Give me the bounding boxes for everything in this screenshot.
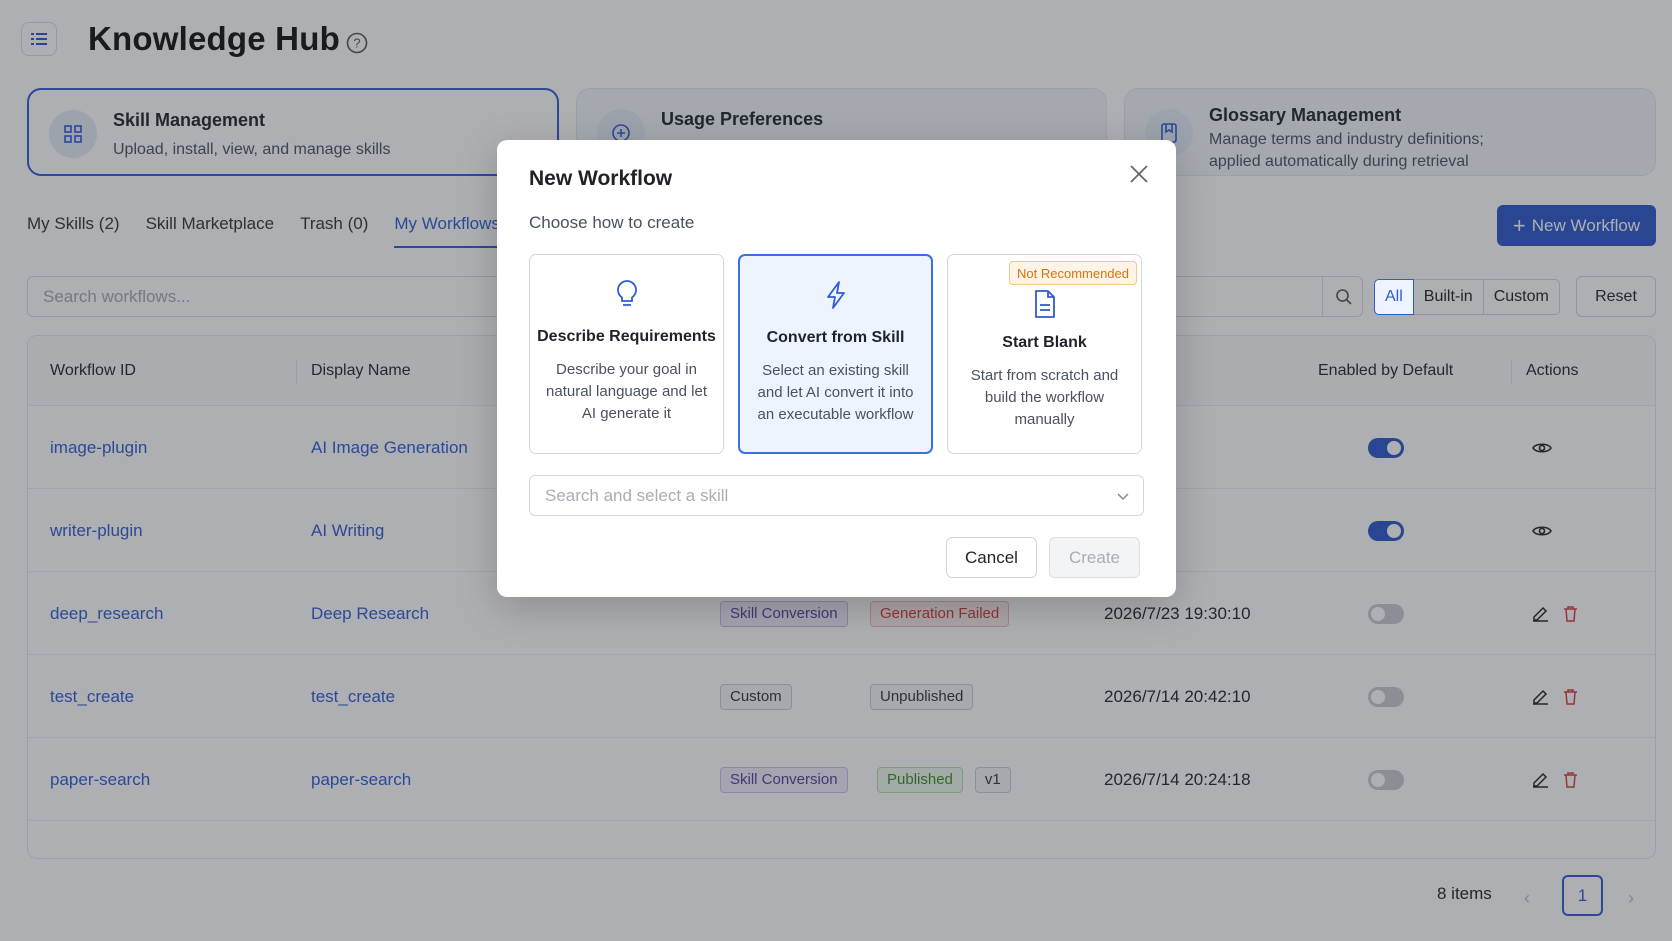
close-icon[interactable] [1128, 163, 1150, 185]
lightbulb-icon [616, 280, 637, 306]
option-start-blank[interactable]: Not Recommended Start Blank Start from s… [947, 254, 1142, 454]
option-title: Describe Requirements [537, 328, 716, 345]
option-title: Start Blank [1002, 334, 1087, 351]
not-recommended-badge: Not Recommended [1009, 261, 1137, 285]
create-button[interactable]: Create [1049, 537, 1140, 578]
skill-select[interactable]: Search and select a skill [529, 475, 1144, 516]
document-icon [1034, 290, 1055, 318]
filter-all[interactable]: All [1374, 279, 1414, 315]
lightning-icon [826, 281, 845, 309]
option-description: Describe your goal in natural language a… [546, 361, 707, 422]
new-workflow-dialog: New Workflow Choose how to create Descri… [497, 140, 1176, 597]
chevron-down-icon [1117, 493, 1129, 501]
option-title: Convert from Skill [766, 329, 905, 346]
dialog-subtitle: Choose how to create [529, 213, 695, 232]
dialog-title: New Workflow [529, 167, 673, 190]
option-describe-requirements[interactable]: Describe Requirements Describe your goal… [529, 254, 724, 454]
cancel-button[interactable]: Cancel [946, 537, 1037, 578]
option-description: Select an existing skill and let AI conv… [757, 362, 914, 423]
option-description: Start from scratch and build the workflo… [970, 367, 1119, 428]
skill-select-placeholder: Search and select a skill [545, 485, 729, 505]
option-convert-from-skill[interactable]: Convert from Skill Select an existing sk… [738, 254, 933, 454]
